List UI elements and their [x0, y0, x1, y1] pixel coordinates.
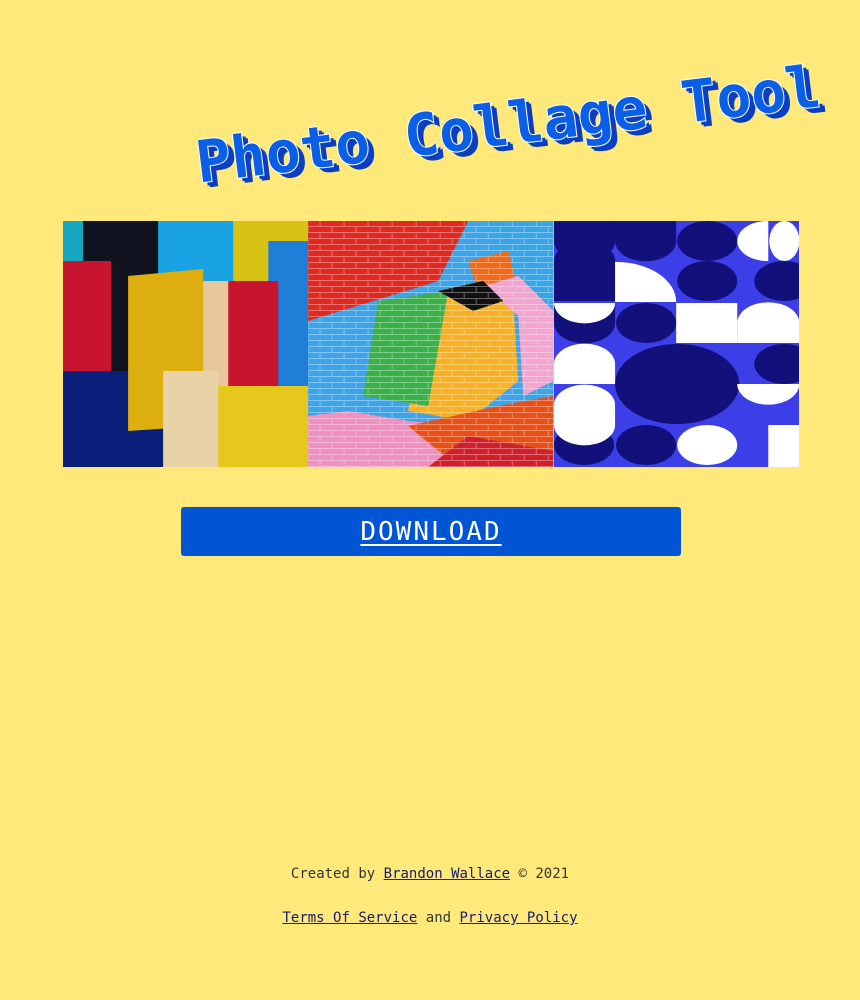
collage-image-1	[63, 221, 309, 467]
terms-of-service-link[interactable]: Terms Of Service	[282, 910, 417, 926]
page-title-banner: Photo Collage Tool Photo Collage Tool Ph…	[0, 50, 860, 190]
painted-brick-wall-image	[308, 221, 554, 467]
download-button[interactable]: DOWNLOAD	[181, 507, 681, 556]
created-by-text: Created by	[290, 866, 376, 882]
geometric-pattern-image	[553, 221, 799, 467]
download-button-label: DOWNLOAD	[360, 516, 502, 547]
copyright-text: © 2021	[518, 866, 570, 882]
photo-collage	[63, 221, 799, 467]
page-title-art: Photo Collage Tool Photo Collage Tool Ph…	[191, 51, 831, 190]
collage-image-3	[553, 221, 799, 467]
privacy-policy-link[interactable]: Privacy Policy	[460, 910, 578, 926]
author-link[interactable]: Brandon Wallace	[384, 866, 510, 882]
and-text: and	[425, 910, 452, 926]
footer-legal: Terms Of Service and Privacy Policy	[0, 910, 860, 926]
page-title: Photo Collage Tool	[192, 52, 824, 190]
footer-credits: Created by Brandon Wallace © 2021	[0, 866, 860, 882]
collage-image-2	[308, 221, 554, 467]
color-blocks-image	[63, 221, 309, 467]
